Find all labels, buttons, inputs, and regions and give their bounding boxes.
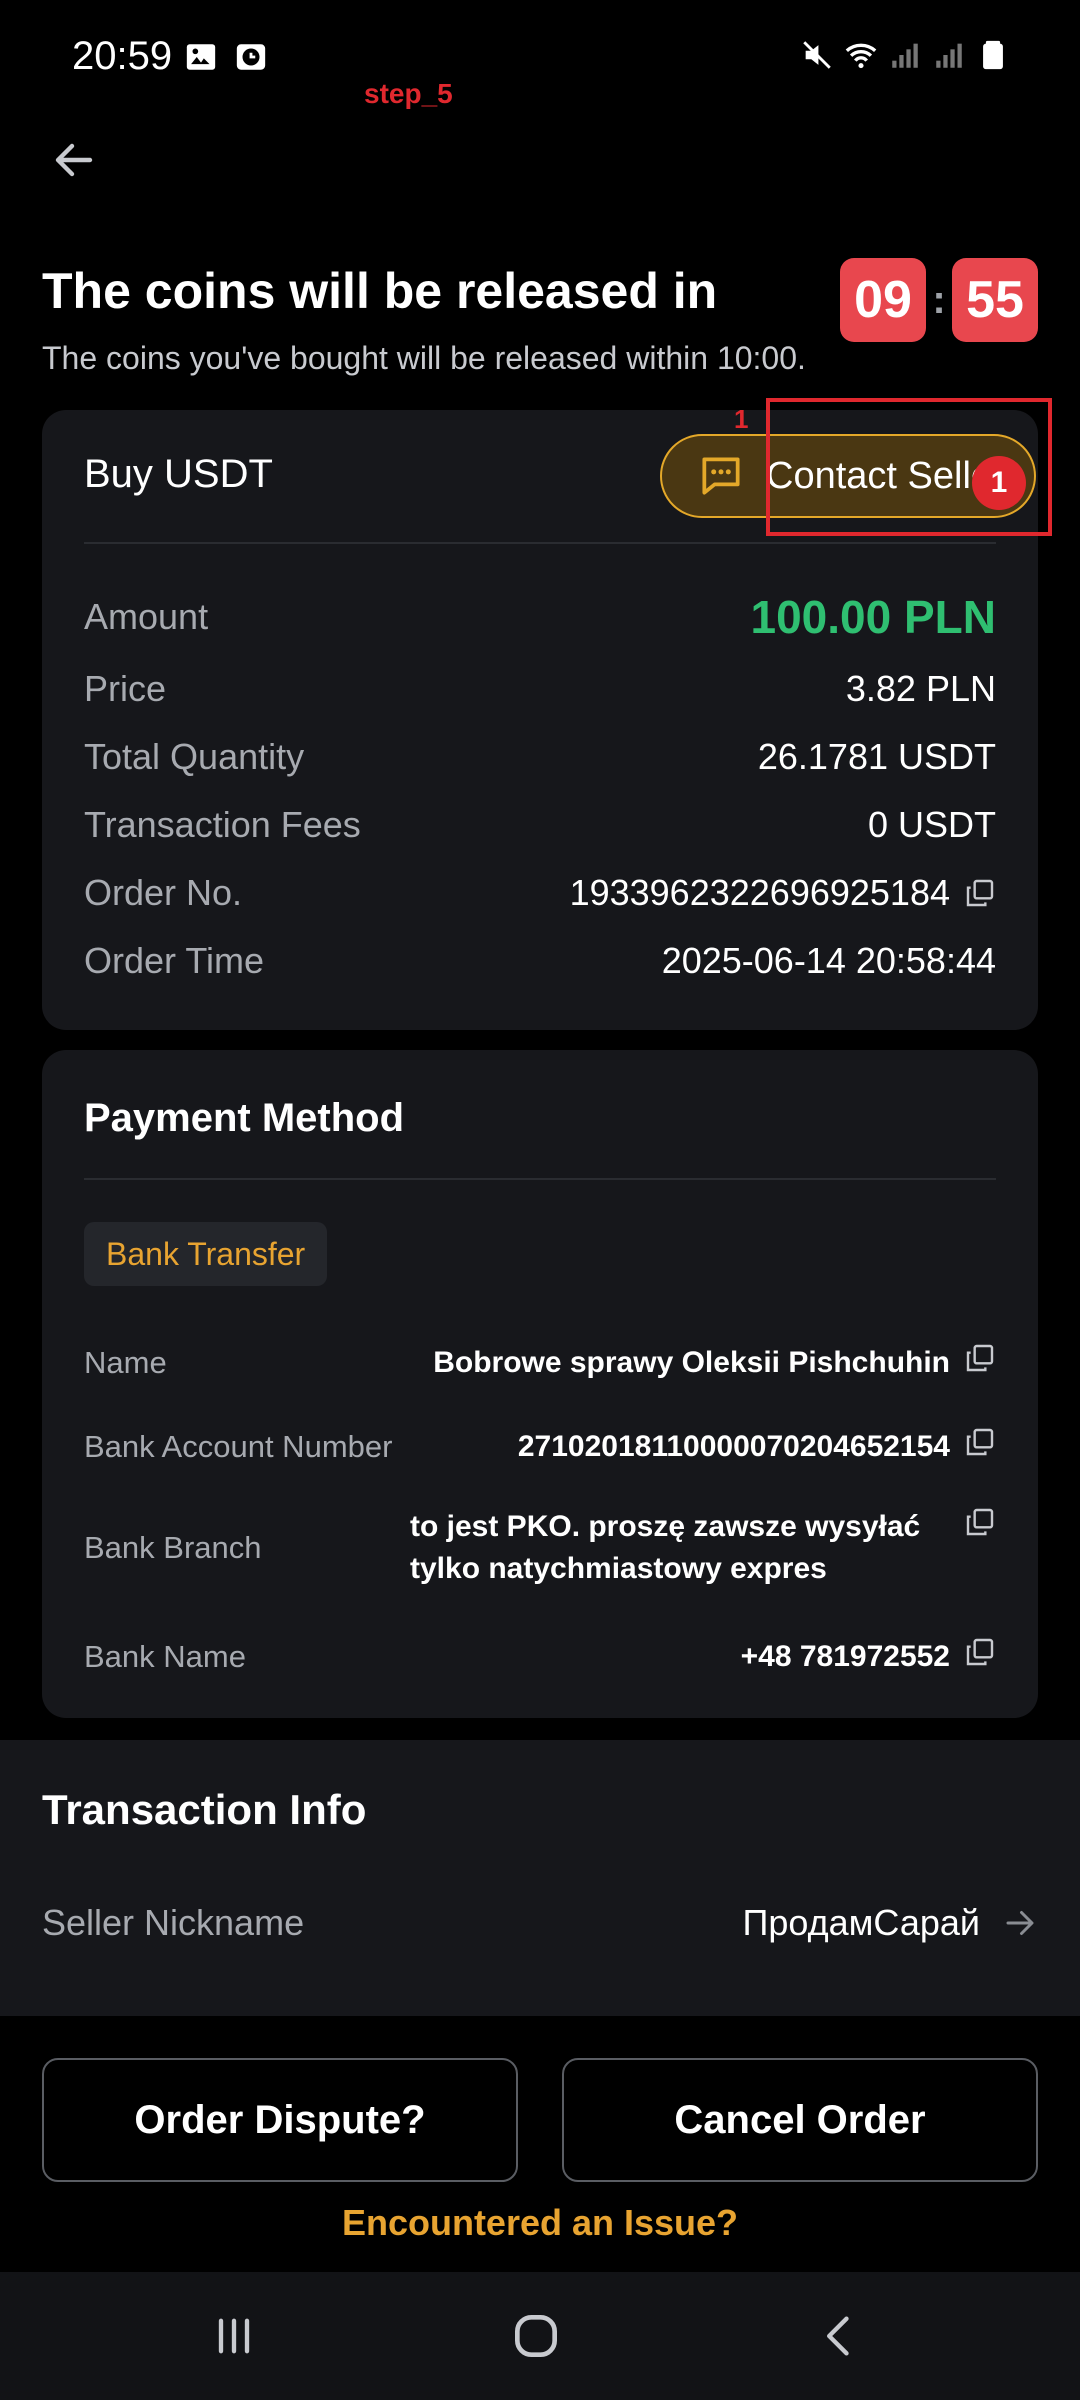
copy-icon[interactable] — [964, 877, 996, 909]
system-nav-bar — [0, 2272, 1080, 2400]
price-label: Price — [84, 668, 167, 709]
account-number-row: Bank Account Number 27102018110000070204… — [84, 1426, 996, 1468]
bank-name-value: +48 781972552 — [740, 1640, 950, 1673]
bank-name-label: Bank Name — [84, 1639, 246, 1674]
bank-branch-value: to jest PKO. proszę zawsze wysyłać tylko… — [410, 1510, 921, 1585]
order-no-value-wrap: 1933962322696925184 — [570, 872, 996, 914]
account-number-value-wrap: 27102018110000070204652154 — [518, 1426, 996, 1468]
payee-name-label: Name — [84, 1345, 167, 1380]
seller-nickname-value-wrap: ПродамСарай — [743, 1902, 1038, 1944]
total-quantity-label: Total Quantity — [84, 736, 305, 777]
order-no-row: Order No. 1933962322696925184 — [84, 872, 996, 914]
payee-name-value-wrap: Bobrowe sprawy Oleksii Pishchuhin — [433, 1342, 996, 1384]
amount-value: 100.00 PLN — [750, 591, 996, 643]
annotation-box — [766, 398, 1052, 536]
price-value: 3.82 PLN — [845, 668, 996, 709]
bank-name-row: Bank Name +48 781972552 — [84, 1636, 996, 1678]
arrow-left-icon — [55, 143, 93, 177]
annotation-marker: 1 — [734, 404, 749, 434]
price-row: Price 3.82 PLN — [84, 668, 996, 710]
bank-branch-value-wrap: to jest PKO. proszę zawsze wysyłać tylko… — [410, 1506, 996, 1590]
page-subtitle: The coins you've bought will be released… — [42, 340, 806, 376]
payment-card: Payment Method Bank Transfer Name Bobrow… — [42, 1050, 1038, 1718]
order-time-row: Order Time 2025-06-14 20:58:44 — [84, 940, 996, 982]
home-icon — [515, 2315, 557, 2357]
copy-icon[interactable] — [964, 1636, 996, 1668]
seller-nickname-label: Seller Nickname — [42, 1902, 305, 1943]
signal-icon — [892, 43, 918, 68]
arrow-right-icon — [1006, 1911, 1034, 1935]
signal-2-icon — [936, 43, 962, 68]
transaction-info-title: Transaction Info — [42, 1786, 367, 1833]
transaction-info-section: Transaction Info Seller Nickname ПродамС… — [0, 1740, 1080, 2016]
seller-nickname-value: ПродамСарай — [742, 1902, 980, 1943]
home-button[interactable] — [496, 2306, 576, 2366]
back-button[interactable] — [44, 130, 104, 190]
order-no-label: Order No. — [84, 872, 243, 913]
order-dispute-button[interactable]: Order Dispute? — [42, 2058, 518, 2182]
payee-name-row: Name Bobrowe sprawy Oleksii Pishchuhin — [84, 1342, 996, 1384]
divider — [84, 1178, 996, 1180]
transaction-fees-label: Transaction Fees — [84, 804, 361, 845]
timer-separator: : — [932, 277, 946, 322]
page-title: The coins will be released in — [42, 263, 718, 319]
transaction-fees-row: Transaction Fees 0 USDT — [84, 804, 996, 846]
status-time: 20:59 — [72, 34, 173, 78]
status-left-icons — [184, 40, 268, 74]
seller-nickname-row[interactable]: Seller Nickname ПродамСарай — [42, 1902, 1038, 1944]
cancel-order-button[interactable]: Cancel Order — [562, 2058, 1038, 2182]
chevron-left-icon — [827, 2316, 849, 2356]
recent-apps-icon — [218, 2318, 250, 2354]
copy-icon[interactable] — [964, 1426, 996, 1458]
transaction-fees-value: 0 USDT — [867, 804, 996, 845]
bank-branch-row: Bank Branch to jest PKO. proszę zawsze w… — [84, 1506, 996, 1590]
system-back-button[interactable] — [800, 2306, 880, 2366]
countdown-timer: 09 : 55 — [840, 258, 1038, 342]
total-quantity-row: Total Quantity 26.1781 USDT — [84, 736, 996, 778]
status-right-icons — [800, 38, 1010, 72]
timer-minutes: 09 — [840, 258, 926, 342]
chat-icon — [702, 457, 740, 495]
order-time-label: Order Time — [84, 940, 265, 981]
payment-method-tag[interactable]: Bank Transfer — [84, 1222, 328, 1286]
order-time-value: 2025-06-14 20:58:44 — [661, 940, 996, 981]
timer-seconds: 55 — [952, 258, 1038, 342]
account-number-value: 27102018110000070204652154 — [517, 1430, 950, 1463]
bank-name-value-wrap: +48 781972552 — [741, 1636, 996, 1678]
bank-branch-label: Bank Branch — [84, 1530, 262, 1565]
clock-app-icon — [236, 44, 266, 70]
wifi-icon — [845, 43, 877, 69]
recent-apps-button[interactable] — [194, 2306, 274, 2366]
mute-icon — [803, 41, 831, 69]
payee-name-value: Bobrowe sprawy Oleksii Pishchuhin — [433, 1346, 950, 1379]
status-bar: 20:59 — [0, 0, 1080, 115]
step-annotation: step_5 — [364, 78, 453, 109]
amount-label: Amount — [84, 596, 209, 637]
order-title: Buy USDT — [84, 452, 273, 496]
encountered-issue-link[interactable]: Encountered an Issue? — [0, 2202, 1080, 2244]
gallery-icon — [186, 44, 216, 70]
total-quantity-value: 26.1781 USDT — [757, 736, 996, 777]
account-number-label: Bank Account Number — [84, 1429, 393, 1464]
copy-icon[interactable] — [964, 1342, 996, 1374]
amount-row: Amount 100.00 PLN — [84, 590, 996, 644]
payment-title: Payment Method — [84, 1096, 405, 1140]
battery-icon — [983, 40, 1003, 70]
copy-icon[interactable] — [964, 1506, 996, 1538]
divider — [84, 542, 996, 544]
order-no-value: 1933962322696925184 — [569, 872, 950, 913]
